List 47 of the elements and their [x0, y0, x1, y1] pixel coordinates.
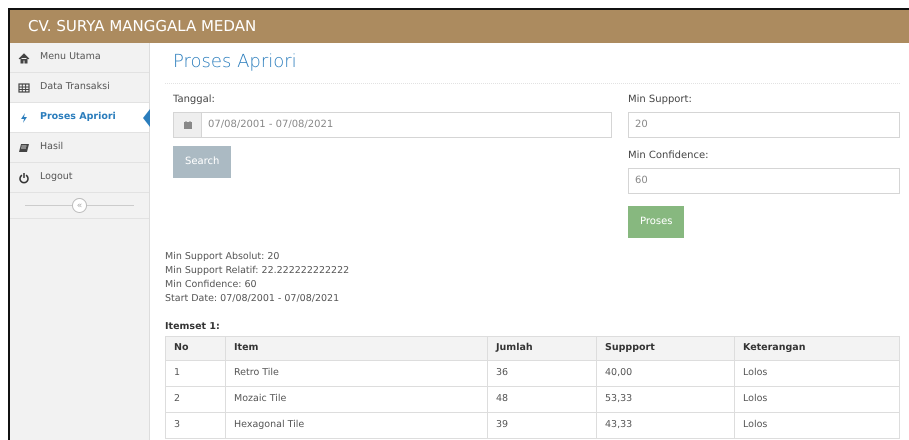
table-cell: 1: [166, 360, 226, 386]
table-cell: Retro Tile: [226, 360, 488, 386]
sidebar-item[interactable]: Menu Utama: [10, 43, 149, 73]
collapse-button[interactable]: «: [72, 198, 87, 213]
table-icon: [18, 82, 30, 94]
table-cell: Lolos: [734, 412, 900, 438]
table-cell: 40,00: [596, 360, 734, 386]
table-cell: 2: [166, 386, 226, 412]
home-icon: [18, 52, 30, 64]
table-cell: 3: [166, 412, 226, 438]
table-cell: Hexagonal Tile: [226, 412, 488, 438]
page-title: Proses Apriori: [165, 51, 900, 84]
sidebar-item[interactable]: Logout: [10, 163, 149, 193]
table-cell: 36: [488, 360, 596, 386]
date-range-field[interactable]: 07/08/2001 - 07/08/2021: [201, 112, 612, 138]
min-support-field[interactable]: 20: [628, 112, 900, 138]
summary-line: Min Confidence: 60: [165, 278, 258, 292]
table-cell: 39: [488, 412, 596, 438]
table-cell: Mozaic Tile: [226, 386, 488, 412]
process-button[interactable]: Proses: [628, 206, 684, 238]
calendar-icon: [182, 120, 192, 130]
table-cell: Lolos: [734, 386, 900, 412]
book-icon: [18, 142, 30, 154]
column-header: Jumlah: [488, 336, 596, 360]
summary-line: Start Date: 07/08/2001 - 07/08/2021: [165, 292, 340, 306]
sidebar-item[interactable]: Hasil: [10, 133, 149, 163]
active-pointer-icon: [143, 109, 150, 127]
search-button[interactable]: Search: [173, 146, 232, 178]
column-header: Item: [226, 336, 488, 360]
field-label: Tanggal:: [173, 92, 216, 107]
lightning-icon: [18, 112, 30, 124]
power-icon: [18, 172, 30, 184]
column-header: No: [166, 336, 226, 360]
sidebar-item[interactable]: Proses Apriori: [10, 103, 149, 133]
table-caption: Itemset 1:: [165, 320, 221, 334]
table-cell: Lolos: [734, 360, 900, 386]
field-label: Min Confidence:: [628, 148, 710, 163]
table-cell: 48: [488, 386, 596, 412]
field-label: Min Support:: [628, 92, 693, 107]
min-confidence-field[interactable]: 60: [628, 168, 900, 194]
table-cell: 43,33: [596, 412, 734, 438]
summary-line: Min Support Relatif: 22.222222222222: [165, 264, 350, 278]
app-title: CV. SURYA MANGGALA MEDAN: [28, 16, 256, 38]
column-header: Keterangan: [734, 336, 900, 360]
column-header: Suppport: [596, 336, 734, 360]
table-cell: 53,33: [596, 386, 734, 412]
summary-line: Min Support Absolut: 20: [165, 250, 280, 264]
